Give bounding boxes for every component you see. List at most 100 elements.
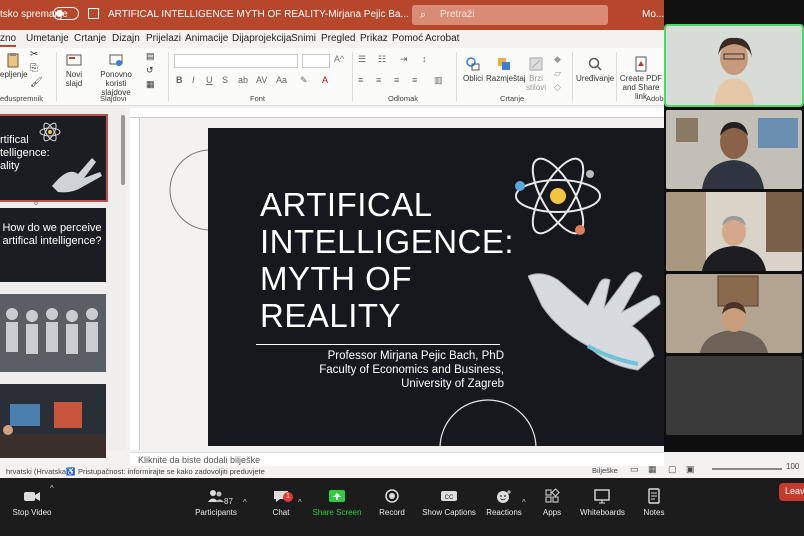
strikethrough-icon[interactable]: S: [222, 75, 228, 85]
tab-animations[interactable]: Animacije: [185, 33, 228, 44]
section-icon[interactable]: ▦: [146, 80, 155, 89]
autosave-toggle[interactable]: [53, 7, 79, 20]
font-name-dropdown[interactable]: [174, 54, 298, 68]
language-status[interactable]: hrvatski (Hrvatska): [6, 467, 69, 476]
shape-fill-icon[interactable]: ◆: [554, 54, 561, 65]
participant-video-4[interactable]: [666, 274, 802, 353]
slide-sorter-icon[interactable]: ▦: [648, 464, 657, 475]
tab-design[interactable]: Dizajn: [112, 33, 140, 44]
notes-toggle[interactable]: Bilješke: [592, 466, 618, 475]
slide-thumbnail-3[interactable]: [0, 294, 106, 372]
participants-button[interactable]: Participants: [190, 488, 242, 517]
format-painter-icon[interactable]: 🖌: [30, 78, 43, 88]
zoom-slider[interactable]: [712, 468, 782, 470]
copy-icon[interactable]: ⎘: [30, 64, 38, 74]
leave-button[interactable]: Leave: [779, 483, 804, 501]
participant-video-5[interactable]: [666, 356, 802, 435]
pdf-icon: [635, 56, 647, 72]
show-captions-button[interactable]: CC Show Captions: [422, 488, 476, 517]
change-case-icon[interactable]: Aa: [276, 75, 287, 85]
record-button[interactable]: Record: [376, 488, 408, 517]
search-icon: ⌕: [420, 9, 427, 21]
share-screen-label: Share Screen: [312, 508, 362, 517]
participants-options-caret[interactable]: ^: [243, 498, 247, 507]
grow-font-icon[interactable]: A^: [334, 55, 344, 64]
slide-thumbnail-4[interactable]: [0, 384, 106, 458]
align-right-icon[interactable]: ≡: [394, 75, 399, 85]
separator: [56, 52, 57, 102]
stop-video-button[interactable]: Stop Video: [10, 488, 54, 517]
slide-thumbnail-1[interactable]: rtifical telligence: ality: [0, 114, 108, 202]
cut-icon[interactable]: ✂: [30, 50, 38, 60]
reading-view-icon[interactable]: ▢: [668, 464, 677, 475]
columns-icon[interactable]: ▥: [434, 75, 443, 86]
save-icon[interactable]: [88, 8, 99, 19]
participant-video-2[interactable]: [666, 110, 802, 189]
justify-icon[interactable]: ≡: [412, 75, 417, 85]
stop-video-label: Stop Video: [12, 508, 52, 517]
chat-options-caret[interactable]: ^: [298, 498, 302, 507]
shapes-button[interactable]: Oblici: [460, 56, 486, 83]
bold-icon[interactable]: B: [176, 75, 183, 85]
shape-outline-icon[interactable]: ▱: [554, 68, 561, 79]
bullets-icon[interactable]: ☰: [358, 54, 366, 65]
line-spacing-icon[interactable]: ↕: [422, 54, 427, 64]
font-size-dropdown[interactable]: [302, 54, 330, 68]
italic-icon[interactable]: I: [192, 75, 195, 85]
paste-button[interactable]: epljenje: [0, 52, 28, 79]
highlight-icon[interactable]: ✎: [300, 75, 308, 86]
reactions-button[interactable]: Reactions: [486, 488, 522, 517]
underline-icon[interactable]: U: [206, 75, 213, 85]
tab-help[interactable]: Pomoć: [392, 33, 423, 44]
notes-button[interactable]: Notes: [640, 488, 668, 517]
participant-video-3[interactable]: [666, 192, 802, 271]
indent-icon[interactable]: ⇥: [400, 54, 408, 65]
notes-pane[interactable]: Kliknite da biste dodali bilješke: [130, 452, 664, 466]
whiteboards-button[interactable]: Whiteboards: [580, 488, 625, 517]
user-name[interactable]: Mo...: [642, 9, 664, 20]
tab-transitions[interactable]: Prijelazi: [146, 33, 181, 44]
captions-icon: CC: [441, 491, 457, 501]
align-center-icon[interactable]: ≡: [376, 75, 381, 85]
share-screen-button[interactable]: Share Screen: [312, 488, 362, 517]
accessibility-status[interactable]: Pristupačnost: informirajte se kako zado…: [78, 467, 265, 476]
tab-record[interactable]: Snimi: [291, 33, 316, 44]
thumbnails-scrollbar[interactable]: [121, 115, 125, 185]
apps-button[interactable]: Apps: [540, 488, 564, 517]
tab-draw[interactable]: Crtanje: [74, 33, 106, 44]
align-left-icon[interactable]: ≡: [358, 75, 363, 85]
font-color-icon[interactable]: A: [322, 75, 328, 85]
tab-view[interactable]: Prikaz: [360, 33, 388, 44]
search-box[interactable]: ⌕ Pretraži: [412, 5, 608, 25]
show-captions-label: Show Captions: [422, 508, 476, 517]
reset-icon[interactable]: ↺: [146, 66, 154, 75]
tab-slideshow[interactable]: Dijaprojekcija: [232, 33, 291, 44]
editing-button[interactable]: Uređivanje: [576, 56, 614, 83]
shadow-icon[interactable]: ab: [238, 75, 248, 85]
reactions-options-caret[interactable]: ^: [522, 498, 526, 507]
slideshow-icon[interactable]: ▣: [686, 464, 695, 475]
tab-review[interactable]: Pregled: [321, 33, 355, 44]
tab-acrobat[interactable]: Acrobat: [425, 33, 459, 44]
shape-effects-icon[interactable]: ◇: [554, 82, 561, 93]
slide-thumbnail-2[interactable]: How do we perceive artifical intelligenc…: [0, 208, 106, 282]
quick-styles-button[interactable]: Brzi stilovi: [522, 56, 550, 92]
participants-label: Participants: [195, 508, 237, 517]
new-slide-button[interactable]: Novi slajd: [60, 52, 88, 88]
tab-home[interactable]: zno: [0, 33, 17, 47]
zoom-meeting-screen: tsko spremanje ARTIFICAL INTELLIGENCE MY…: [0, 0, 804, 536]
numbering-icon[interactable]: ☷: [378, 54, 386, 65]
participant-video-1[interactable]: [664, 24, 804, 107]
zoom-toolbar: Stop Video ^ Participants 87 ^ Chat 1 ^ …: [0, 478, 804, 536]
char-spacing-icon[interactable]: AV: [256, 75, 267, 85]
layout-icon[interactable]: ▤: [146, 52, 155, 61]
tab-insert[interactable]: Umetanje: [26, 33, 69, 44]
arrange-button[interactable]: Razmještaj: [486, 56, 526, 83]
zoom-level[interactable]: 100: [786, 462, 799, 471]
normal-view-icon[interactable]: ▭: [630, 464, 639, 475]
video-options-caret[interactable]: ^: [50, 484, 54, 493]
reuse-slides-button[interactable]: Ponovno koristi slajdove: [90, 52, 142, 97]
chat-button[interactable]: Chat: [266, 488, 296, 517]
chat-badge: 1: [283, 492, 293, 502]
current-slide[interactable]: ARTIFICAL INTELLIGENCE: MYTH OF REALITY …: [208, 128, 664, 446]
